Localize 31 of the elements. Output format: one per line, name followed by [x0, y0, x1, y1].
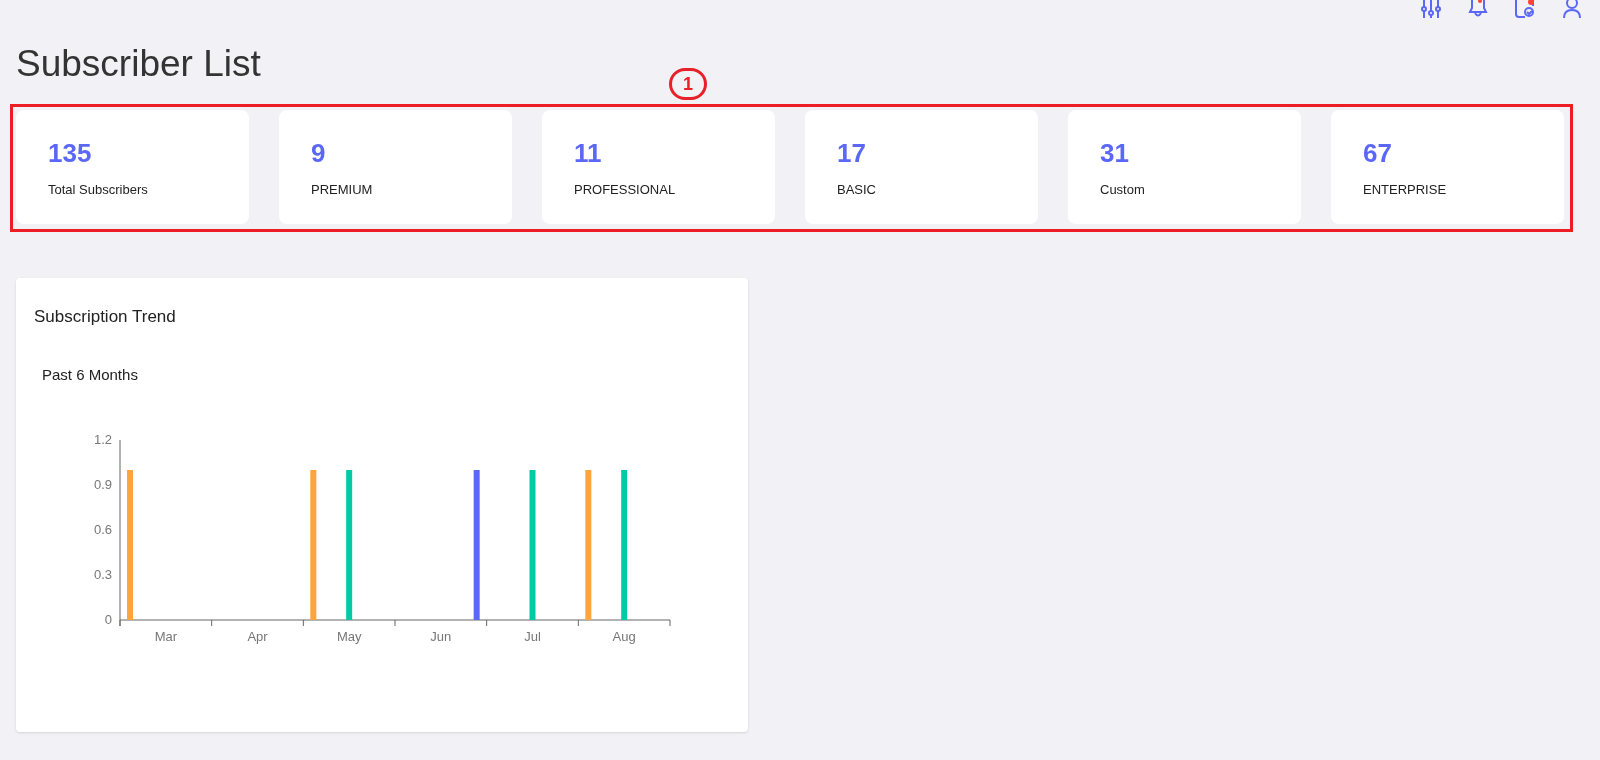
x-tick-label: Apr	[247, 629, 268, 644]
y-tick-label: 0.9	[93, 477, 112, 492]
chart-subtitle: Past 6 Months	[41, 364, 139, 385]
stat-label: PREMIUM	[311, 181, 374, 199]
calendar-check-icon[interactable]	[1514, 0, 1536, 18]
x-tick-label: Jun	[430, 629, 452, 644]
user-icon[interactable]	[1562, 0, 1582, 18]
x-tick-label: Mar	[154, 629, 178, 644]
stat-value: 135	[48, 138, 93, 168]
stat-label: PROFESSIONAL	[574, 181, 677, 199]
page-title: Subscriber List	[16, 42, 261, 86]
x-tick-label: Jul	[524, 629, 541, 644]
annotation-number: 1	[669, 68, 707, 100]
y-tick-label: 1.2	[93, 432, 112, 447]
stat-value: 17	[837, 138, 867, 168]
card-title: Subscription Trend	[33, 306, 177, 328]
stat-label: ENTERPRISE	[1363, 181, 1448, 199]
y-tick-label: 0	[104, 612, 112, 627]
sliders-icon[interactable]	[1420, 0, 1442, 18]
x-tick-label: Aug	[612, 629, 636, 644]
stat-label: Total Subscribers	[48, 181, 149, 199]
stat-value: 9	[311, 138, 327, 168]
stat-value: 11	[574, 138, 603, 168]
stat-value: 31	[1100, 138, 1130, 168]
stat-label: Custom	[1100, 181, 1146, 199]
y-tick-label: 0.3	[93, 567, 112, 582]
stat-value: 67	[1363, 138, 1393, 168]
stat-label: BASIC	[837, 181, 877, 199]
x-tick-label: May	[336, 629, 362, 644]
bell-icon[interactable]	[1468, 0, 1488, 18]
y-tick-label: 0.6	[93, 522, 112, 537]
